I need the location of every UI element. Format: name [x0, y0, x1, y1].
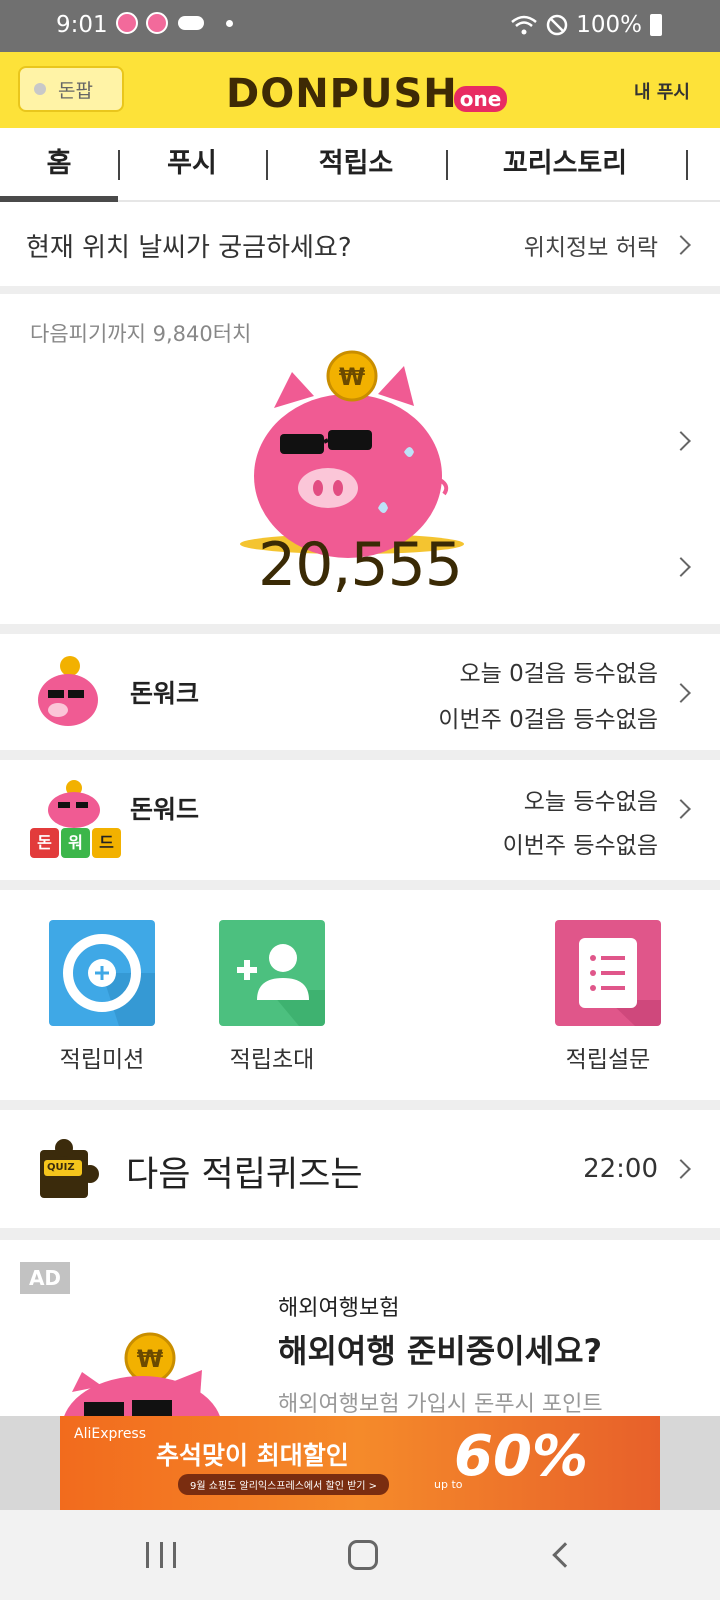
- ad-category: 해외여행보험: [278, 1296, 400, 1321]
- chevron-right-icon: [671, 235, 691, 255]
- donword-tile: 워: [61, 828, 90, 858]
- divider: [0, 1100, 720, 1110]
- battery-icon: [650, 14, 662, 36]
- earn-menu-grid: 적립미션 적립초대 적립설문: [0, 890, 720, 1100]
- do-not-disturb-icon: [546, 14, 568, 36]
- ad-description: 해외여행보험 가입시 돈푸시 포인트: [278, 1392, 603, 1416]
- divider: [0, 750, 720, 760]
- tab-push[interactable]: 푸시: [120, 128, 264, 200]
- divider: [0, 1228, 720, 1240]
- donword-icon: 돈 워 드: [30, 778, 126, 864]
- status-time: 9:01: [56, 12, 108, 38]
- donpush-notification-icon: [116, 12, 138, 34]
- back-icon[interactable]: [552, 1542, 578, 1568]
- donwalk-row[interactable]: 돈워크 오늘 0걸음 등수없음 이번주 0걸음 등수없음: [0, 634, 720, 750]
- points-balance: 20,555: [258, 530, 463, 600]
- donword-tile: 돈: [30, 828, 59, 858]
- next-quiz-time: 22:00: [583, 1154, 658, 1184]
- earn-survey-button[interactable]: 적립설문: [548, 920, 668, 1074]
- donpop-toggle[interactable]: 돈팝: [18, 66, 124, 112]
- donword-today: 오늘 등수없음: [523, 789, 658, 815]
- quiz-puzzle-icon: QUIZ: [38, 1138, 100, 1200]
- banner-ad[interactable]: AliExpress 추석맞이 최대할인 9월 쇼핑도 알리익스프레스에서 할인…: [0, 1416, 720, 1510]
- donwalk-today: 오늘 0걸음 등수없음: [459, 661, 658, 687]
- chevron-right-icon: [671, 683, 691, 703]
- earn-mission-label: 적립미션: [59, 1047, 145, 1073]
- donwalk-pig-icon: [38, 656, 98, 726]
- next-piggy-touch-count: 다음피기까지 9,840터치: [30, 322, 252, 346]
- status-bar: 9:01 100%: [0, 0, 720, 52]
- wifi-icon: [511, 15, 538, 35]
- system-nav-bar: [0, 1510, 720, 1600]
- list-icon: [555, 920, 661, 1026]
- quiz-badge: QUIZ: [47, 1162, 75, 1173]
- donwalk-week: 이번주 0걸음 등수없음: [438, 707, 658, 733]
- aliexpress-banner[interactable]: AliExpress 추석맞이 최대할인 9월 쇼핑도 알리익스프레스에서 할인…: [60, 1416, 660, 1510]
- banner-percent: 60%: [454, 1424, 589, 1489]
- banner-sub: 9월 쇼핑도 알리익스프레스에서 할인 받기 >: [178, 1474, 390, 1495]
- donpop-label: 돈팝: [58, 79, 93, 102]
- weather-question: 현재 위치 날씨가 궁금하세요?: [26, 232, 352, 263]
- divider: [0, 624, 720, 634]
- donword-title: 돈워드: [130, 795, 200, 824]
- tab-home[interactable]: 홈: [0, 128, 118, 202]
- donpush-logo: DONPUSH one: [226, 60, 508, 122]
- app-header: 돈팝 DONPUSH one 내 푸시: [0, 52, 720, 128]
- tab-earn-place[interactable]: 적립소: [268, 128, 444, 200]
- quiz-row[interactable]: QUIZ 다음 적립퀴즈는 22:00: [0, 1110, 720, 1228]
- battery-percent: 100%: [576, 12, 642, 38]
- home-icon[interactable]: [348, 1540, 378, 1570]
- more-notifications-dot-icon: [226, 19, 233, 27]
- earn-invite-label: 적립초대: [229, 1047, 315, 1073]
- piggy-bank-card[interactable]: 다음피기까지 9,840터치 ₩ 20,555: [0, 294, 720, 624]
- system-icons: 100%: [510, 12, 662, 38]
- ad-coin-symbol: ₩: [137, 1345, 164, 1373]
- notification-icons: [116, 12, 233, 34]
- donword-row[interactable]: 돈 워 드 돈워드 오늘 등수없음 이번주 등수없음: [0, 760, 720, 880]
- plus-circle-icon: [49, 920, 155, 1026]
- ad-piggy-icon: ₩: [64, 1332, 220, 1416]
- ad-card[interactable]: AD ₩ 해외여행보험 해외여행 준비중이세요? 해외여행보험 가입시 돈푸시 …: [0, 1240, 720, 1416]
- banner-brand: AliExpress: [74, 1426, 147, 1442]
- cloud-icon: [178, 16, 204, 30]
- earn-invite-button[interactable]: 적립초대: [212, 920, 332, 1074]
- chevron-right-icon: [671, 1159, 691, 1179]
- coin-symbol: ₩: [339, 363, 366, 391]
- donwalk-title: 돈워크: [130, 679, 200, 708]
- my-push-link[interactable]: 내 푸시: [634, 78, 690, 104]
- donword-tile: 드: [92, 828, 121, 858]
- tab-tail-story[interactable]: 꼬리스토리: [448, 128, 682, 200]
- recents-icon[interactable]: [146, 1542, 176, 1568]
- ad-badge: AD: [20, 1262, 70, 1294]
- add-person-icon: [219, 920, 325, 1026]
- chevron-right-icon: [671, 799, 691, 819]
- tab-divider: [686, 150, 688, 180]
- donpush-notification-icon-2: [146, 12, 168, 34]
- next-quiz-title: 다음 적립퀴즈는: [126, 1155, 363, 1195]
- ad-headline: 해외여행 준비중이세요?: [278, 1332, 603, 1370]
- earn-mission-button[interactable]: 적립미션: [42, 920, 162, 1074]
- logo-badge: one: [453, 86, 508, 112]
- toggle-dot-icon: [34, 83, 46, 95]
- location-permit-link[interactable]: 위치정보 허락: [524, 228, 658, 262]
- logo-text: DONPUSH: [226, 71, 458, 117]
- banner-promo: 추석맞이 최대할인: [156, 1441, 349, 1470]
- location-weather-row[interactable]: 현재 위치 날씨가 궁금하세요? 위치정보 허락: [0, 204, 720, 286]
- tab-bar: 홈 푸시 적립소 꼬리스토리: [0, 128, 720, 202]
- divider: [0, 286, 720, 294]
- chevron-right-icon: [671, 431, 691, 451]
- donword-week: 이번주 등수없음: [502, 833, 658, 859]
- donword-pig-icon: [48, 780, 100, 828]
- divider: [0, 880, 720, 890]
- earn-survey-label: 적립설문: [565, 1047, 651, 1073]
